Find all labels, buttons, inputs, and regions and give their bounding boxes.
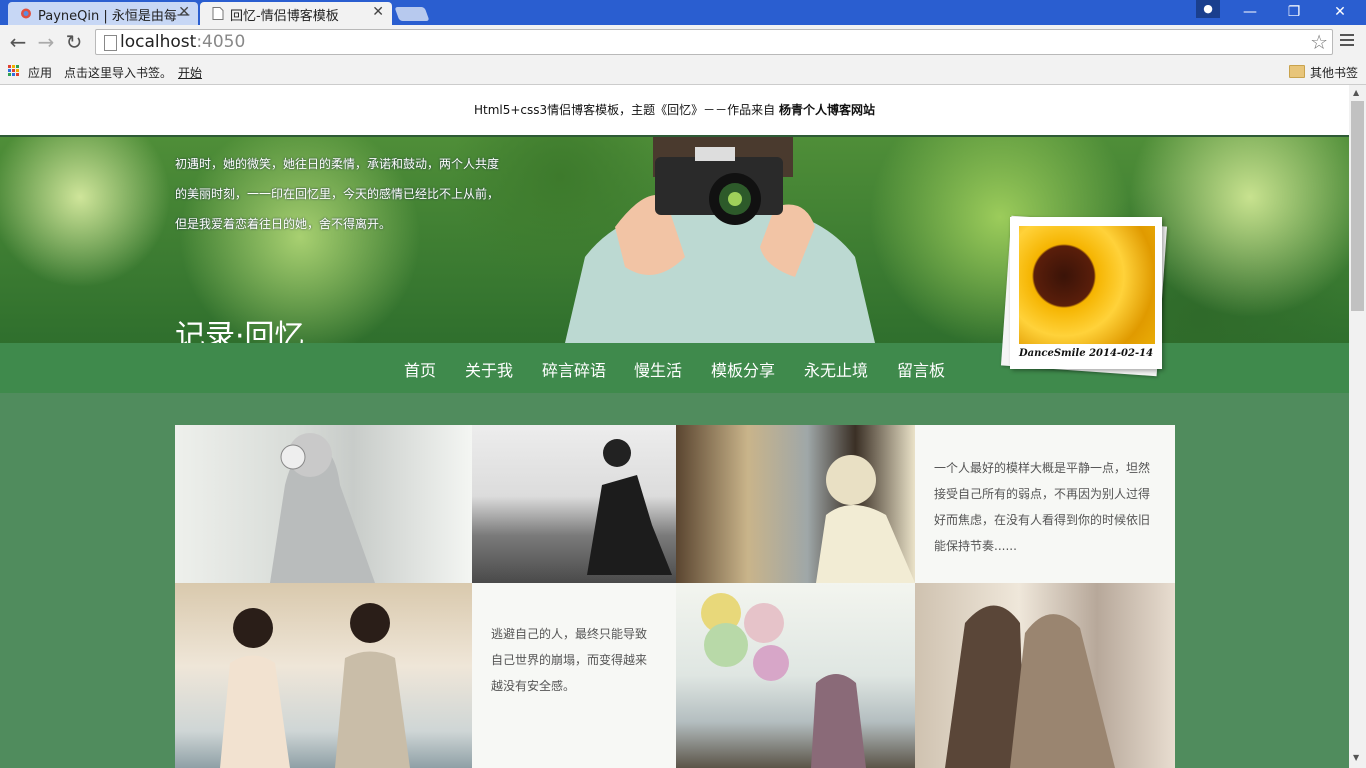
- scroll-up-arrow-icon[interactable]: ▲: [1353, 88, 1359, 97]
- minimize-button[interactable]: —: [1228, 0, 1272, 25]
- polaroid-photo: DanceSmile 2014-02-14: [1010, 217, 1162, 369]
- back-arrow-icon[interactable]: ←: [6, 30, 30, 54]
- polaroid-caption: DanceSmile 2014-02-14: [1010, 348, 1162, 359]
- top-note-text: Html5+css3情侣博客模板，主题《回忆》－－作品来自: [473, 103, 779, 117]
- chrome-favicon-icon: [21, 8, 31, 19]
- gallery-photo-sitting-field[interactable]: [472, 425, 676, 583]
- gallery-quote-2: 逃避自己的人，最终只能导致自己世界的崩塌，而变得越来越没有安全感。: [472, 583, 676, 768]
- close-icon[interactable]: ✕: [178, 4, 190, 20]
- gallery-photo-train-window[interactable]: [676, 425, 915, 583]
- photo-gallery: 一个人最好的模样大概是平静一点，坦然接受自己所有的弱点，不再因为别人过得好而焦虑…: [175, 425, 1175, 768]
- apps-grid-icon[interactable]: [8, 65, 20, 77]
- photographer-illustration: [565, 137, 875, 343]
- page-scrollbar[interactable]: ▲ ▼: [1349, 85, 1366, 768]
- banner-text: 初遇时，她的微笑，她往日的柔情，承诺和鼓动，两个人共度的美丽时刻，一一印在回忆里…: [175, 157, 500, 231]
- gallery-photo-couple-kiss[interactable]: [915, 583, 1175, 768]
- gallery-photo-couple-bench[interactable]: [175, 583, 472, 768]
- folder-icon: [1289, 65, 1305, 78]
- menu-icon[interactable]: [1340, 34, 1354, 49]
- tab-payneqin[interactable]: PayneQin | 永恒是由每一 ✕: [8, 2, 198, 25]
- close-window-button[interactable]: ✕: [1318, 0, 1362, 25]
- bookmark-start[interactable]: 开始: [178, 64, 202, 81]
- top-note: Html5+css3情侣博客模板，主题《回忆》－－作品来自 杨青个人博客网站: [0, 85, 1349, 137]
- url-text: localhost:4050: [120, 32, 246, 52]
- gallery-photo-balloons-beach[interactable]: [676, 583, 915, 768]
- nav-slow-life[interactable]: 慢生活: [634, 357, 682, 381]
- nav-home[interactable]: 首页: [404, 357, 436, 381]
- user-profile-icon[interactable]: ●: [1196, 0, 1220, 18]
- close-icon[interactable]: ✕: [372, 4, 384, 20]
- bookmarks-bar: 应用 点击这里导入书签。 开始 其他书签: [0, 60, 1366, 85]
- browser-toolbar: ← → ↻ localhost:4050 ☆: [0, 25, 1366, 60]
- nav-endless[interactable]: 永无止境: [804, 357, 868, 381]
- tab-title: 回忆-情侣博客模板: [230, 9, 339, 24]
- restore-button[interactable]: ❐: [1272, 0, 1316, 25]
- tab-huiyi[interactable]: 回忆-情侣博客模板 ✕: [200, 2, 392, 25]
- page-viewport: Html5+css3情侣博客模板，主题《回忆》－－作品来自 杨青个人博客网站 初…: [0, 85, 1349, 768]
- page-icon: [212, 7, 224, 20]
- sunflower-image: [1019, 226, 1155, 344]
- polaroid-name: DanceSmile: [1018, 348, 1086, 359]
- bookmark-apps[interactable]: 应用: [28, 64, 52, 81]
- nav-templates[interactable]: 模板分享: [711, 357, 775, 381]
- forward-arrow-icon[interactable]: →: [34, 30, 58, 54]
- star-bookmark-icon[interactable]: ☆: [1310, 30, 1328, 54]
- nav-guestbook[interactable]: 留言板: [897, 357, 945, 381]
- nav-about[interactable]: 关于我: [465, 357, 513, 381]
- address-bar[interactable]: localhost:4050 ☆: [95, 29, 1333, 55]
- new-tab-button[interactable]: [394, 7, 430, 21]
- polaroid-date: 2014-02-14: [1089, 348, 1154, 359]
- bookmark-other[interactable]: 其他书签: [1310, 64, 1358, 81]
- reload-icon[interactable]: ↻: [62, 30, 86, 54]
- scroll-down-arrow-icon[interactable]: ▼: [1353, 753, 1359, 762]
- gallery-photo-headphones-girl[interactable]: [175, 425, 472, 583]
- gallery-quote-1: 一个人最好的模样大概是平静一点，坦然接受自己所有的弱点，不再因为别人过得好而焦虑…: [915, 425, 1175, 583]
- browser-tab-strip: PayneQin | 永恒是由每一 ✕ 回忆-情侣博客模板 ✕ ● — ❐ ✕: [0, 0, 1366, 25]
- author-link[interactable]: 杨青个人博客网站: [779, 103, 875, 117]
- tab-title: PayneQin | 永恒是由每一: [38, 9, 190, 24]
- site-logo[interactable]: 记录·回忆: [175, 311, 305, 343]
- bookmark-import[interactable]: 点击这里导入书签。: [64, 64, 172, 81]
- scrollbar-thumb[interactable]: [1351, 101, 1364, 311]
- page-icon: [104, 35, 117, 51]
- nav-notes[interactable]: 碎言碎语: [542, 357, 606, 381]
